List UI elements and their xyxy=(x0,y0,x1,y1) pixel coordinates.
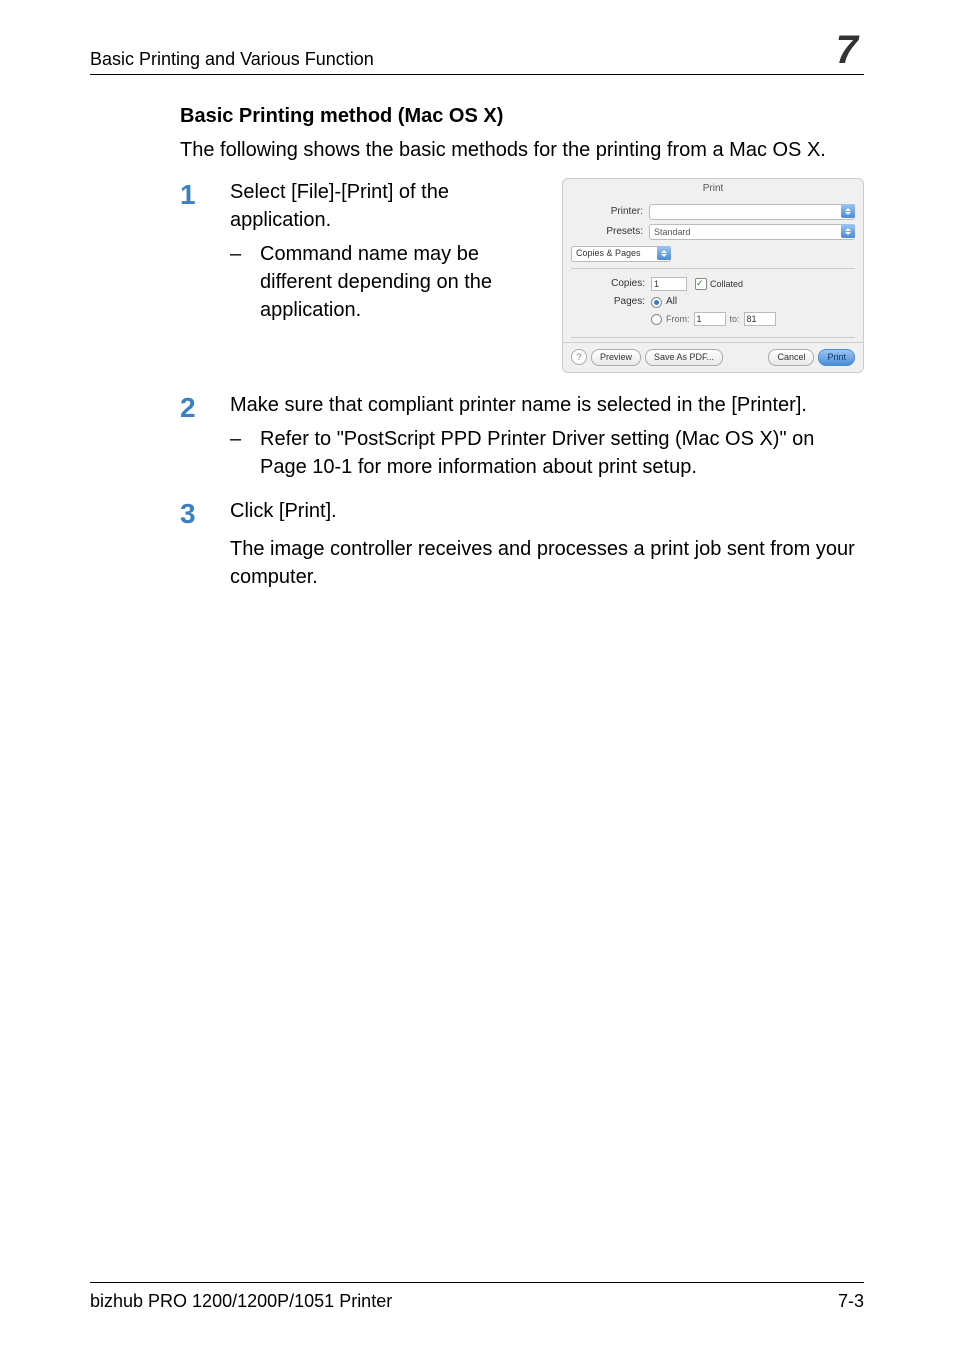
collated-label: Collated xyxy=(710,278,743,291)
dropdown-arrow-icon xyxy=(841,224,855,238)
dropdown-arrow-icon xyxy=(841,204,855,218)
pages-from-radio[interactable] xyxy=(651,314,662,325)
dialog-title: Print xyxy=(563,179,863,202)
step-3: 3 Click [Print]. The image controller re… xyxy=(180,497,864,591)
print-dialog-screenshot: Print Printer: Presets: Standard xyxy=(562,178,864,373)
presets-value: Standard xyxy=(654,226,850,239)
presets-select[interactable]: Standard xyxy=(649,224,855,240)
page-header: Basic Printing and Various Function 7 xyxy=(90,30,864,75)
step-3-text: Click [Print]. xyxy=(230,497,864,525)
pages-all-radio[interactable] xyxy=(651,297,662,308)
step-2: 2 Make sure that compliant printer name … xyxy=(180,391,864,481)
step-2-number: 2 xyxy=(180,391,230,425)
step-1-bullet-text: Command name may be different depending … xyxy=(260,240,542,324)
intro-paragraph: The following shows the basic methods fo… xyxy=(180,136,864,164)
step-2-bullet-text: Refer to "PostScript PPD Printer Driver … xyxy=(260,425,864,481)
cancel-button[interactable]: Cancel xyxy=(768,349,814,366)
footer-left: bizhub PRO 1200/1200P/1051 Printer xyxy=(90,1291,392,1312)
footer-right: 7-3 xyxy=(838,1291,864,1312)
help-icon[interactable]: ? xyxy=(571,349,587,365)
step-3-result: The image controller receives and proces… xyxy=(230,535,864,591)
step-1-number: 1 xyxy=(180,178,230,212)
step-1-text: Select [File]-[Print] of the application… xyxy=(230,178,542,234)
copies-input[interactable]: 1 xyxy=(651,277,687,291)
collated-checkbox[interactable]: Collated xyxy=(695,278,743,291)
step-1-bullet: – Command name may be different dependin… xyxy=(230,240,542,324)
section-heading: Basic Printing method (Mac OS X) xyxy=(180,105,864,128)
section-select[interactable]: Copies & Pages xyxy=(571,246,671,262)
pages-to-label: to: xyxy=(730,313,740,326)
dropdown-arrow-icon xyxy=(657,246,671,260)
pages-from-label: From: xyxy=(666,313,690,326)
step-1: 1 Select [File]-[Print] of the applicati… xyxy=(180,178,864,373)
pages-to-input[interactable]: 81 xyxy=(744,312,776,326)
copies-label: Copies: xyxy=(573,277,651,291)
pages-label: Pages: xyxy=(573,295,651,309)
pages-all-label: All xyxy=(666,295,677,309)
printer-label: Printer: xyxy=(571,205,649,219)
page-footer: bizhub PRO 1200/1200P/1051 Printer 7-3 xyxy=(90,1282,864,1312)
checkmark-icon xyxy=(695,278,707,290)
step-3-number: 3 xyxy=(180,497,230,531)
pages-from-input[interactable]: 1 xyxy=(694,312,726,326)
presets-label: Presets: xyxy=(571,225,649,239)
step-2-bullet: – Refer to "PostScript PPD Printer Drive… xyxy=(230,425,864,481)
step-2-text: Make sure that compliant printer name is… xyxy=(230,391,864,419)
print-button[interactable]: Print xyxy=(818,349,855,366)
header-title: Basic Printing and Various Function xyxy=(90,49,374,70)
save-as-pdf-button[interactable]: Save As PDF... xyxy=(645,349,723,366)
preview-button[interactable]: Preview xyxy=(591,349,641,366)
printer-select[interactable] xyxy=(649,204,855,220)
chapter-number: 7 xyxy=(836,30,864,70)
section-select-value: Copies & Pages xyxy=(576,248,641,258)
